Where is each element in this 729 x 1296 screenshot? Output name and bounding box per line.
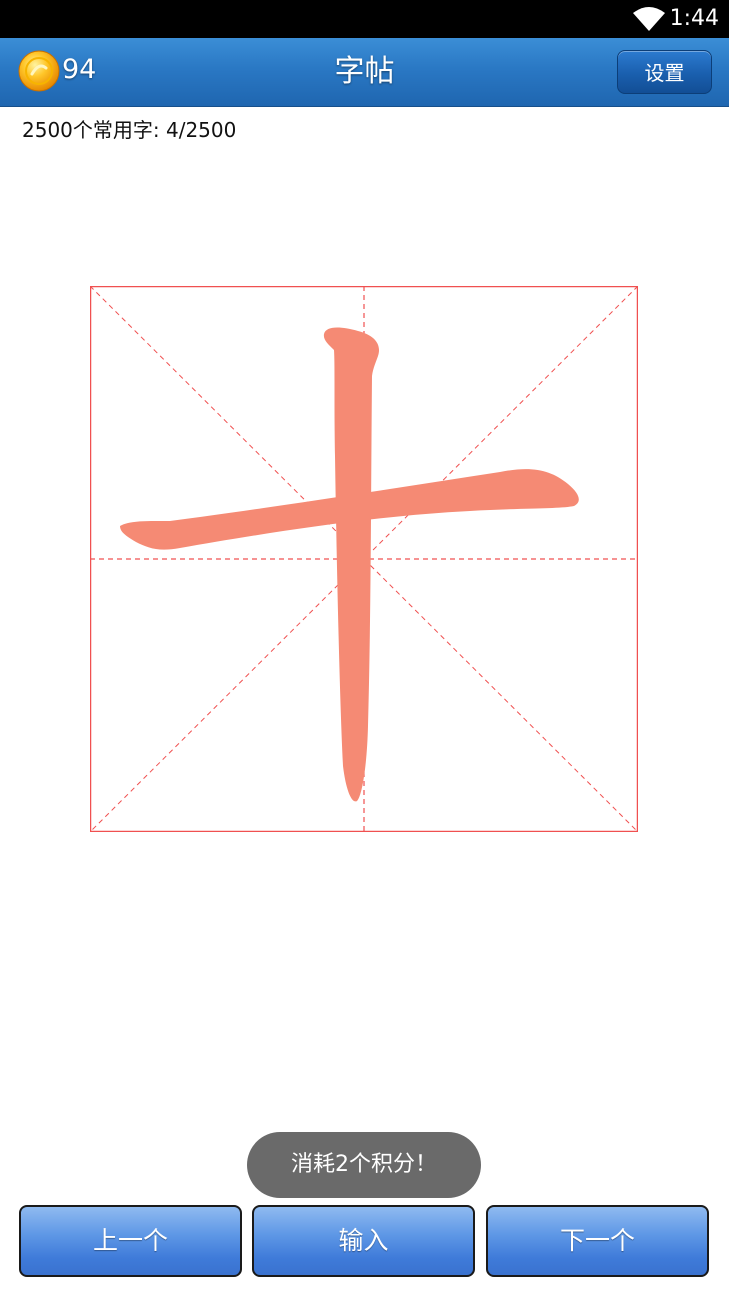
status-bar: 1:44	[0, 0, 729, 38]
clock: 1:44	[669, 6, 719, 31]
progress-text: 2500个常用字: 4/2500	[22, 118, 237, 142]
settings-button[interactable]: 设置	[617, 50, 712, 94]
input-button[interactable]: 输入	[252, 1205, 475, 1277]
previous-button[interactable]: 上一个	[19, 1205, 242, 1277]
wifi-icon	[633, 7, 665, 31]
screen: 1:44 94 字帖 设置 2500个常用字: 4/2500 消耗2个积分！ 上…	[0, 0, 729, 1296]
vertical-stroke	[323, 327, 380, 802]
next-button[interactable]: 下一个	[486, 1205, 709, 1277]
toast-message: 消耗2个积分！	[247, 1132, 481, 1198]
character-shi-strokes	[120, 327, 579, 802]
title-bar: 94 字帖 设置	[0, 38, 729, 107]
practice-grid[interactable]	[90, 286, 638, 832]
